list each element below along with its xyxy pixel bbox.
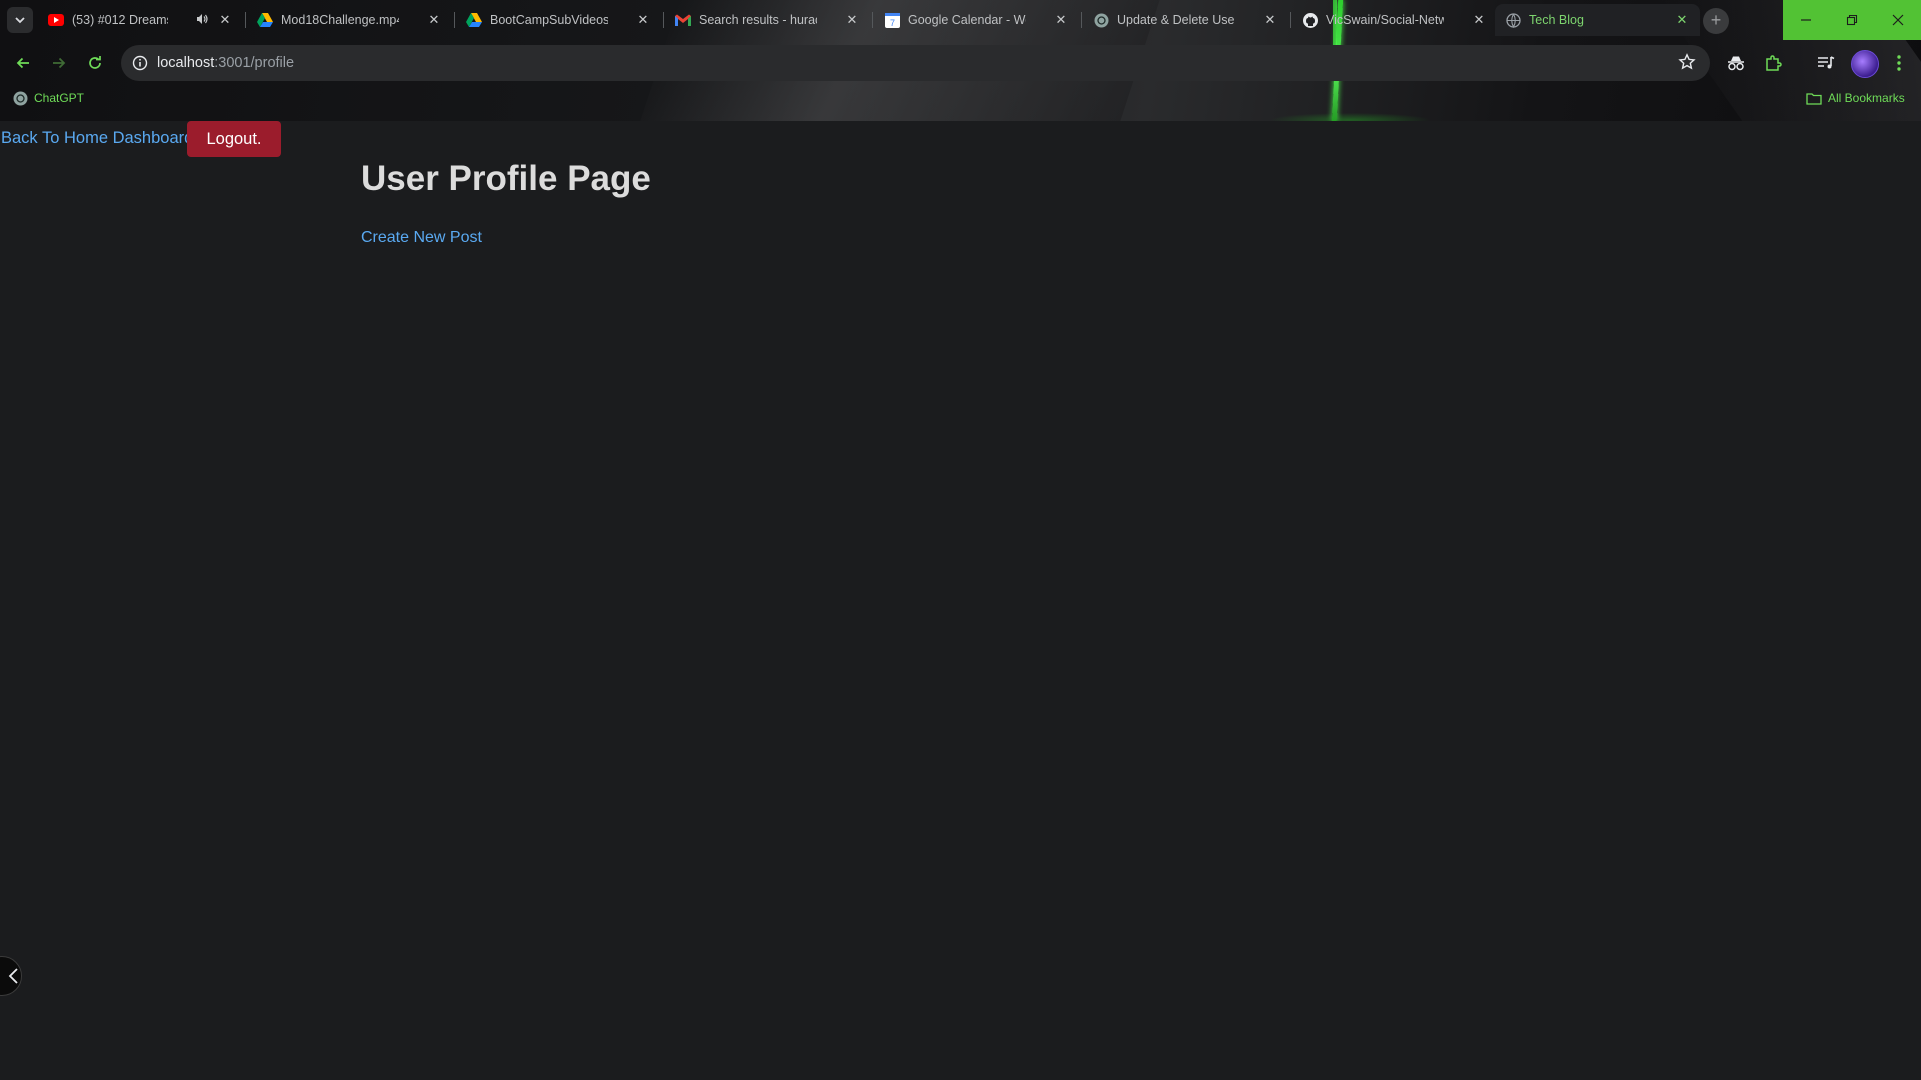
- restore-button[interactable]: [1829, 0, 1875, 40]
- arrow-left-icon: [16, 57, 29, 69]
- bookmark-label: ChatGPT: [34, 91, 85, 105]
- tab-separator: [245, 12, 246, 28]
- tab-title: VicSwain/Social-Network: [1326, 13, 1444, 27]
- tab-separator: [1290, 12, 1291, 28]
- tab-separator: [872, 12, 873, 28]
- tab-separator: [1081, 12, 1082, 28]
- all-bookmarks-button[interactable]: All Bookmarks: [1806, 90, 1905, 106]
- close-tab-icon[interactable]: ✕: [217, 12, 233, 28]
- chatgpt-icon: [1093, 12, 1109, 28]
- close-tab-icon[interactable]: ✕: [1262, 12, 1278, 28]
- minimize-button[interactable]: [1783, 0, 1829, 40]
- browser-menu-icon[interactable]: [1888, 52, 1910, 74]
- folder-icon: [1806, 90, 1822, 106]
- tab-title: Google Calendar - Week of: [908, 13, 1026, 27]
- tab-title: Tech Blog: [1529, 13, 1584, 27]
- tab-separator: [663, 12, 664, 28]
- close-tab-icon[interactable]: ✕: [1053, 12, 1069, 28]
- google-drive-icon: [466, 12, 482, 28]
- side-panel-toggle[interactable]: [0, 956, 22, 996]
- chevron-left-icon: [8, 968, 18, 984]
- logout-button[interactable]: Logout.: [187, 121, 281, 157]
- youtube-icon: [48, 12, 64, 28]
- minimize-icon: [1801, 19, 1811, 21]
- url-text[interactable]: localhost:3001/profile: [157, 55, 294, 71]
- tab-title: (53) #012 Dreamscape: [72, 13, 168, 27]
- tab-search-button[interactable]: [7, 7, 33, 33]
- speaker-icon[interactable]: [195, 12, 209, 29]
- google-calendar-icon: 7: [884, 12, 900, 28]
- incognito-extension-icon[interactable]: [1725, 52, 1747, 74]
- url-path: :3001/profile: [214, 55, 295, 71]
- tab-title: Search results - huracanmail: [699, 13, 817, 27]
- new-tab-button[interactable]: +: [1703, 8, 1729, 34]
- restore-icon: [1846, 14, 1858, 26]
- page-content: Back To Home Dashboard Logout. User Prof…: [0, 121, 1921, 1080]
- arrow-right-icon: [53, 57, 66, 69]
- browser-tab[interactable]: Mod18Challenge.mp4 - Google Drive ✕: [247, 4, 452, 36]
- back-to-dashboard-link[interactable]: Back To Home Dashboard: [1, 129, 193, 148]
- tab-title: BootCampSubVideos - Google Drive: [490, 13, 608, 27]
- google-drive-icon: [257, 12, 273, 28]
- close-icon: [1892, 14, 1904, 26]
- create-new-post-link[interactable]: Create New Post: [361, 229, 482, 247]
- forward-button[interactable]: [46, 50, 72, 76]
- browser-toolbar: localhost:3001/profile: [0, 40, 1921, 86]
- reload-button[interactable]: [82, 50, 108, 76]
- page-title: User Profile Page: [361, 159, 651, 198]
- browser-tab[interactable]: (53) #012 Dreamscape ✕: [38, 4, 243, 36]
- extensions-puzzle-icon[interactable]: [1762, 52, 1784, 74]
- browser-tab[interactable]: Update & Delete Users ✕: [1083, 4, 1288, 36]
- all-bookmarks-label: All Bookmarks: [1828, 91, 1905, 105]
- tab-strip: (53) #012 Dreamscape ✕ Mod18Challenge.mp…: [0, 0, 1921, 40]
- tab-separator: [454, 12, 455, 28]
- gmail-icon: [675, 12, 691, 28]
- github-icon: [1302, 12, 1318, 28]
- svg-text:7: 7: [889, 18, 894, 28]
- browser-tab[interactable]: BootCampSubVideos - Google Drive ✕: [456, 4, 661, 36]
- browser-tab[interactable]: 7 Google Calendar - Week of ✕: [874, 4, 1079, 36]
- bookmark-star-icon[interactable]: [1678, 53, 1696, 76]
- browser-tab[interactable]: VicSwain/Social-Network ✕: [1292, 4, 1497, 36]
- close-tab-icon[interactable]: ✕: [844, 12, 860, 28]
- profile-avatar[interactable]: [1851, 50, 1879, 78]
- browser-tab[interactable]: Search results - huracanmail ✕: [665, 4, 870, 36]
- address-bar[interactable]: localhost:3001/profile: [121, 45, 1710, 81]
- close-tab-icon[interactable]: ✕: [635, 12, 651, 28]
- chevron-down-icon: [15, 17, 25, 24]
- globe-icon: [1505, 12, 1521, 28]
- chatgpt-icon: [12, 90, 28, 106]
- site-info-icon[interactable]: [131, 54, 149, 72]
- bookmark-chatgpt[interactable]: ChatGPT: [12, 90, 84, 106]
- url-host: localhost: [157, 55, 215, 71]
- close-tab-icon[interactable]: ✕: [426, 12, 442, 28]
- media-controls-icon[interactable]: [1815, 52, 1837, 74]
- browser-tab-active[interactable]: Tech Blog ✕: [1495, 4, 1700, 36]
- browser-chrome: (53) #012 Dreamscape ✕ Mod18Challenge.mp…: [0, 0, 1921, 122]
- close-tab-icon[interactable]: ✕: [1471, 12, 1487, 28]
- back-button[interactable]: [10, 50, 36, 76]
- reload-icon: [89, 56, 101, 69]
- tab-title: Mod18Challenge.mp4 - Google Drive: [281, 13, 399, 27]
- close-tab-icon[interactable]: ✕: [1674, 12, 1690, 28]
- bookmarks-bar: ChatGPT All Bookmarks: [0, 88, 1921, 110]
- close-window-button[interactable]: [1875, 0, 1921, 40]
- tab-title: Update & Delete Users: [1117, 13, 1235, 27]
